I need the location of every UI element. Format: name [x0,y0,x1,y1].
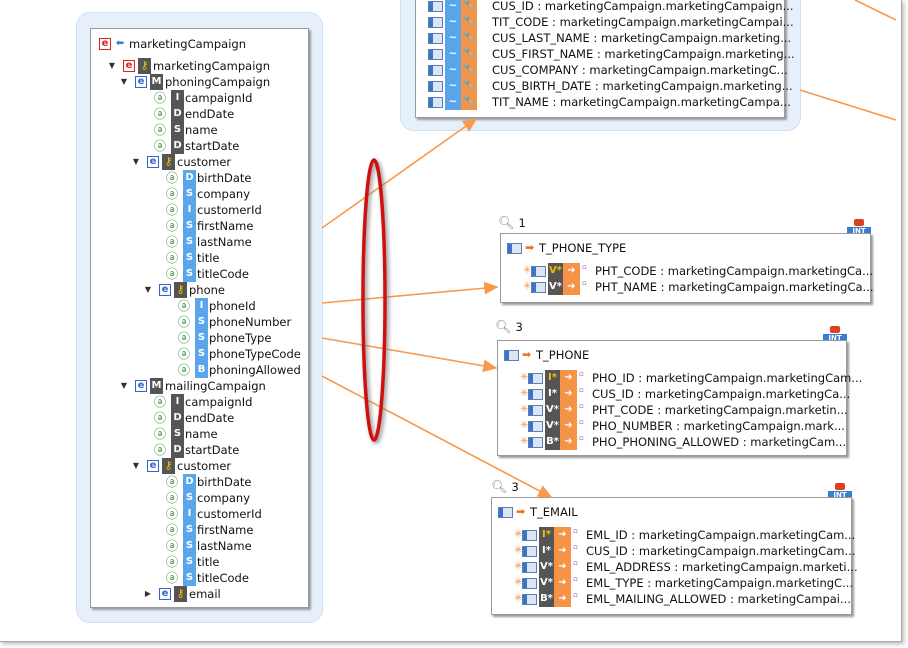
highlight-ellipse [361,158,387,442]
mapping-arrow-offscreen-1 [854,0,897,21]
mapping-arrow-customer[interactable] [321,118,478,229]
mapping-overlay [321,0,897,498]
mapping-arrow-offscreen-2 [799,89,897,121]
mapping-arrow-email[interactable] [321,375,553,498]
mapping-arrow-phone-type[interactable] [321,281,499,304]
mapping-arrow-phone[interactable] [321,337,498,373]
